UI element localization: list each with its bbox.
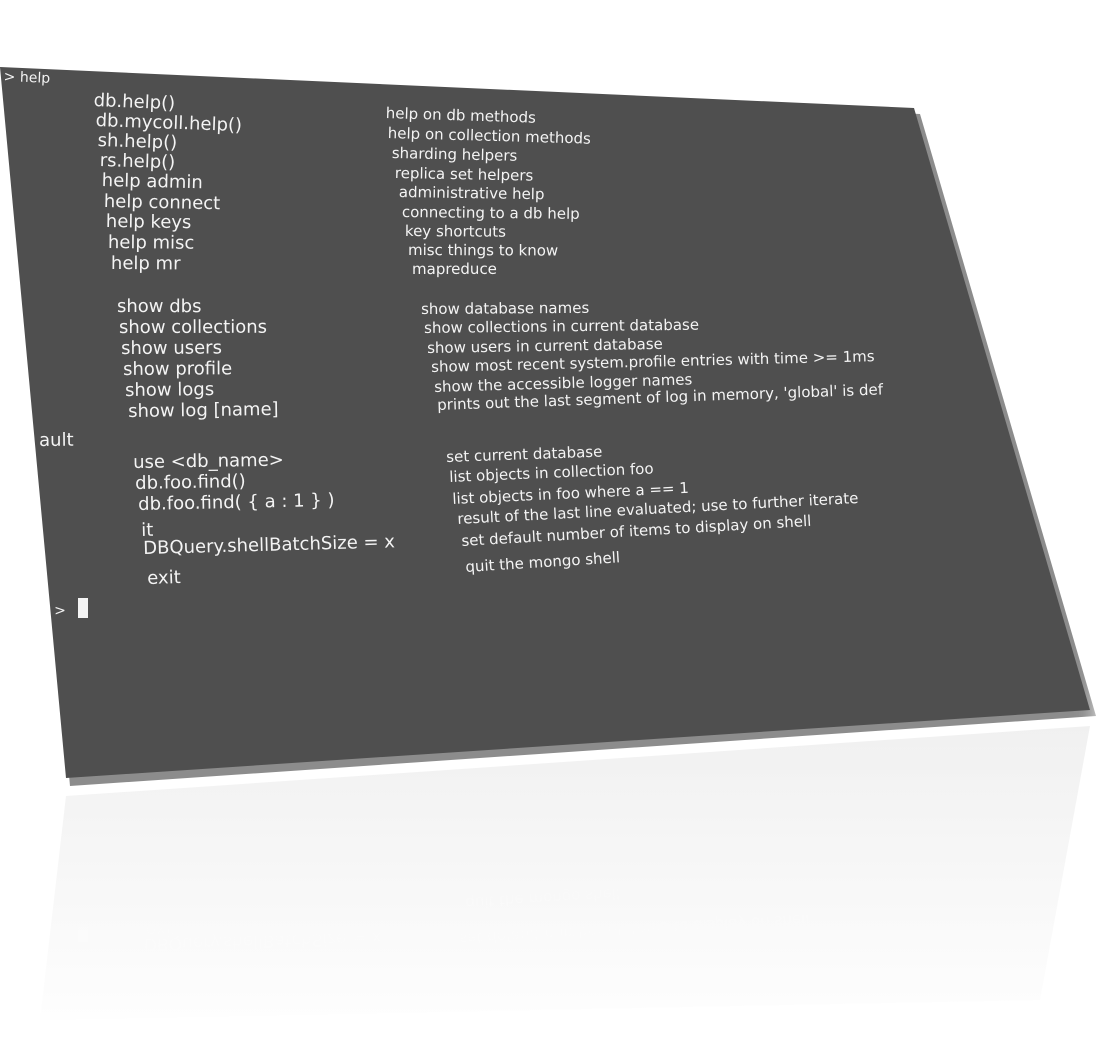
help-command-line: > help (3, 69, 51, 87)
reflection-line: exit (145, 919, 178, 940)
help-row-command: show dbs (116, 296, 202, 318)
help-row-command: use <db_name> (132, 449, 284, 473)
help-row-command: help connect (103, 191, 221, 215)
help-row-command: rs.help() (99, 150, 176, 174)
help-row-description: help on db methods (385, 104, 537, 127)
help-row-description: show database names (420, 298, 590, 318)
help-row-command: show log [name] (127, 398, 279, 422)
help-row-description: show collections in current database (423, 315, 700, 337)
reflection-line: quit the mongo shell (464, 884, 621, 912)
reflection-line: set default number of items to display o… (458, 910, 810, 948)
reflection-line: DBQuery.shellBatchSize = x (143, 927, 382, 954)
help-row-command: show users (120, 337, 222, 359)
help-row-description: replica set helpers (394, 164, 534, 185)
help-row-command: show logs (124, 379, 215, 401)
help-row-description: misc things to know (407, 241, 559, 260)
input-prompt: > (53, 602, 67, 619)
help-row-description: help on collection methods (387, 124, 592, 148)
help-row-description: key shortcuts (404, 222, 507, 241)
text-cursor[interactable] (78, 598, 88, 618)
help-row-command: show profile (122, 358, 233, 380)
help-row-description: connecting to a db help (401, 203, 580, 223)
help-row-command: help admin (101, 170, 204, 194)
help-row-command: db.foo.find() (134, 470, 246, 494)
wrapped-text-continuation: ault (38, 429, 74, 451)
help-row-command: exit (146, 567, 182, 589)
help-row-command: help mr (110, 253, 181, 275)
help-row-command: help keys (105, 211, 192, 234)
help-row-command: db.foo.find( { a : 1 } ) (137, 489, 335, 515)
help-row-description: administrative help (398, 183, 545, 204)
help-row-command: DBQuery.shellBatchSize = x (142, 531, 396, 559)
reflection-cursor (78, 924, 88, 942)
help-row-command: show collections (118, 316, 268, 338)
help-row-description: quit the mongo shell (464, 548, 621, 576)
screenshot-stage: > help ault > db.help() help on db method… (0, 0, 1098, 1046)
help-row-description: sharding helpers (391, 144, 518, 165)
help-row-command: help misc (107, 232, 195, 254)
help-row-description: mapreduce (411, 259, 497, 278)
